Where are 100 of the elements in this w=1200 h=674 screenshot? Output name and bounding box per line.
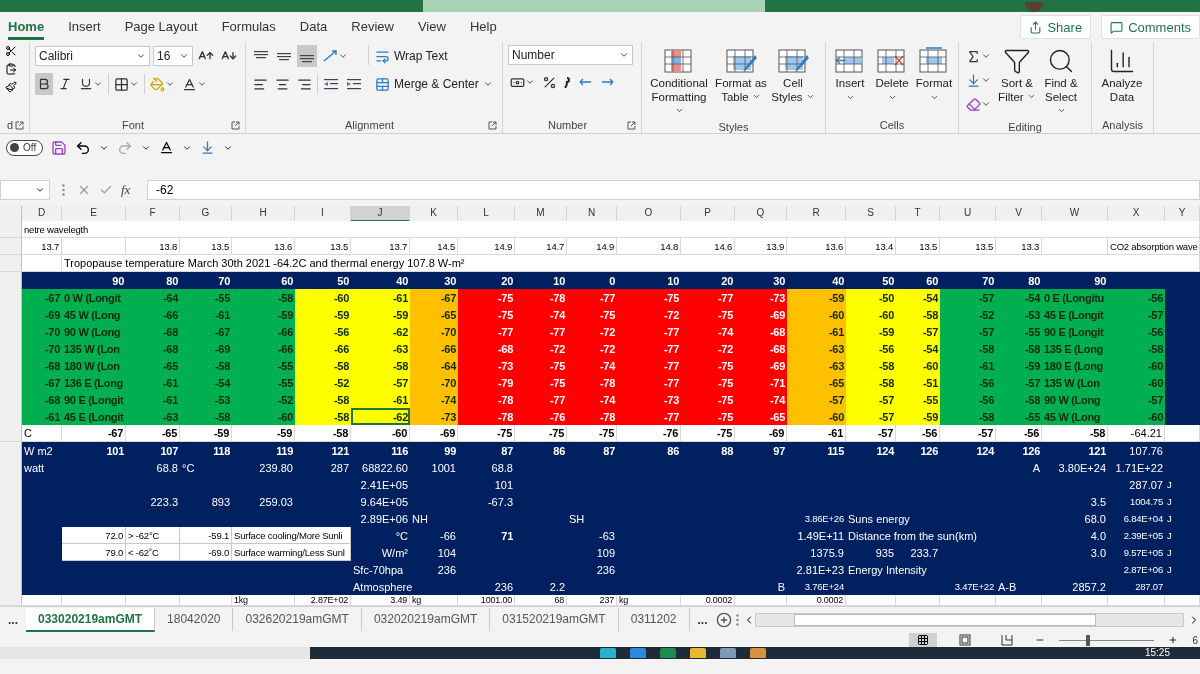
vertical-dots-icon <box>735 614 739 626</box>
page-icon <box>959 634 972 646</box>
table-cell: Surface cooling/More Sunli <box>232 527 351 544</box>
align-center-icon <box>275 76 290 92</box>
table-cell: -79 <box>458 374 515 391</box>
scissors-icon[interactable] <box>5 45 17 57</box>
sheet-tab[interactable]: 032020219amGMT <box>361 608 491 632</box>
underline-icon <box>79 77 93 91</box>
row-header[interactable] <box>0 442 22 459</box>
ribbon-tab[interactable]: View <box>417 14 446 40</box>
table-cell: -60 <box>787 408 846 425</box>
dialog-launcher-icon[interactable] <box>488 120 497 130</box>
bold-button[interactable] <box>35 73 53 95</box>
comments-button[interactable]: Comments <box>1101 15 1200 39</box>
undo-icon[interactable] <box>75 139 92 156</box>
table-cell: Surface warming/Less Sunl <box>232 544 351 561</box>
ribbon-tab[interactable]: Formulas <box>221 14 276 40</box>
formula-field[interactable]: -62 <box>147 180 1200 200</box>
ribbon-button[interactable]: Cell Styles <box>771 45 815 107</box>
table-cell: -68 <box>126 340 180 357</box>
ribbon-tab[interactable]: Help <box>469 14 497 40</box>
angled-arrow-icon <box>322 49 338 63</box>
table-cell: -65 <box>126 357 180 374</box>
font-name-field[interactable]: Calibri <box>35 46 150 66</box>
name-box[interactable] <box>0 180 50 200</box>
function-button[interactable]: fx <box>121 182 139 198</box>
table-cell: -61 <box>126 391 180 408</box>
table-cell: -58 <box>295 391 351 408</box>
dialog-launcher-icon[interactable] <box>231 120 240 130</box>
dialog-launcher-icon[interactable] <box>15 120 24 130</box>
row-header[interactable] <box>0 595 22 605</box>
sheet-tab[interactable]: 032620219amGMT <box>233 608 362 632</box>
wrap-text-button[interactable]: Wrap Text <box>373 45 495 67</box>
font-size-field[interactable]: 16 <box>153 46 193 66</box>
row-header[interactable] <box>0 238 22 254</box>
autosave-toggle[interactable]: Off <box>6 139 44 156</box>
share-button[interactable]: Share <box>1020 15 1092 39</box>
sheet-tab[interactable]: 18042020 <box>155 608 234 632</box>
table-cell: -77 <box>617 374 681 391</box>
table-cell: -57 <box>940 289 996 306</box>
sheet-tab[interactable]: 031520219amGMT <box>490 608 619 632</box>
ribbon-button[interactable]: Delete <box>873 45 911 104</box>
ribbon-button[interactable]: Format <box>915 45 953 104</box>
avatar[interactable] <box>1025 2 1043 12</box>
dialog-launcher-icon[interactable] <box>627 120 636 130</box>
ribbon-tab[interactable]: Insert <box>68 14 101 40</box>
table-cell: -59 <box>295 306 351 323</box>
ribbon-button[interactable]: Find & Select <box>1041 45 1081 121</box>
number-format-field[interactable]: Number <box>508 45 633 65</box>
save-icon[interactable] <box>51 139 68 156</box>
table-cell: -61 <box>351 391 410 408</box>
row-header[interactable] <box>0 255 22 271</box>
check-icon[interactable] <box>99 183 113 197</box>
row-header[interactable] <box>0 425 22 441</box>
more-sheets-button[interactable]: ... <box>689 608 716 632</box>
zoom-in-icon[interactable] <box>1168 635 1179 645</box>
table-cell: -60 <box>896 357 940 374</box>
add-sheet-icon[interactable] <box>715 612 732 628</box>
ribbon-button[interactable]: Conditional Formatting <box>647 45 711 121</box>
ribbon-tab[interactable]: Home <box>8 14 45 40</box>
ribbon-tab[interactable]: Data <box>299 14 328 40</box>
more-sheets-button[interactable]: ... <box>0 608 26 632</box>
table-cell: -57 <box>996 374 1042 391</box>
table-cell: -75 <box>681 374 735 391</box>
sheet-tab[interactable]: 033020219amGMT <box>26 608 156 632</box>
redo-icon[interactable] <box>117 139 134 156</box>
page-break-icon <box>1001 634 1014 646</box>
bottom-align-button[interactable] <box>297 45 317 67</box>
clipboard-icon[interactable] <box>5 63 17 75</box>
table-cell: -75 <box>681 408 735 425</box>
table-brush-icon <box>725 47 757 75</box>
cancel-icon[interactable] <box>77 183 91 197</box>
table-cell: -70 <box>22 340 62 357</box>
row-header[interactable] <box>0 272 22 289</box>
column-header[interactable]: J <box>351 206 410 222</box>
ribbon-button[interactable]: Insert <box>831 45 869 104</box>
ribbon-button[interactable]: Analyze Data <box>1097 45 1147 107</box>
group-label: Analysis <box>1101 119 1144 131</box>
table-cell: -57 <box>1108 391 1165 408</box>
table-cell: -61 <box>126 374 180 391</box>
sheet-tab[interactable]: 0311202 <box>618 608 690 632</box>
table-brush-icon <box>777 47 809 75</box>
table-cell: -68 <box>458 340 515 357</box>
merge-center-button[interactable]: Merge & Center <box>373 73 495 95</box>
ribbon-tab[interactable]: Review <box>351 14 394 40</box>
ribbon-tab[interactable]: Page Layout <box>124 14 198 40</box>
ribbon-button[interactable]: Format as Table <box>715 45 767 107</box>
table-cell: -58 <box>996 391 1042 408</box>
search-field[interactable] <box>423 0 765 12</box>
normal-view-button[interactable] <box>909 633 938 647</box>
font-color-icon[interactable] <box>159 140 175 155</box>
table-cell: -75 <box>567 306 617 323</box>
ribbon-button[interactable]: Sort & Filter <box>997 45 1037 107</box>
row-header[interactable] <box>0 221 22 237</box>
table-cell: -70 <box>410 374 458 391</box>
table-cell: -69.0 <box>180 544 232 561</box>
scrollbar[interactable] <box>754 613 1184 627</box>
scrollbar-thumb[interactable] <box>793 614 1096 626</box>
share-icon <box>1029 20 1043 34</box>
paintbrush-icon[interactable] <box>5 81 17 93</box>
